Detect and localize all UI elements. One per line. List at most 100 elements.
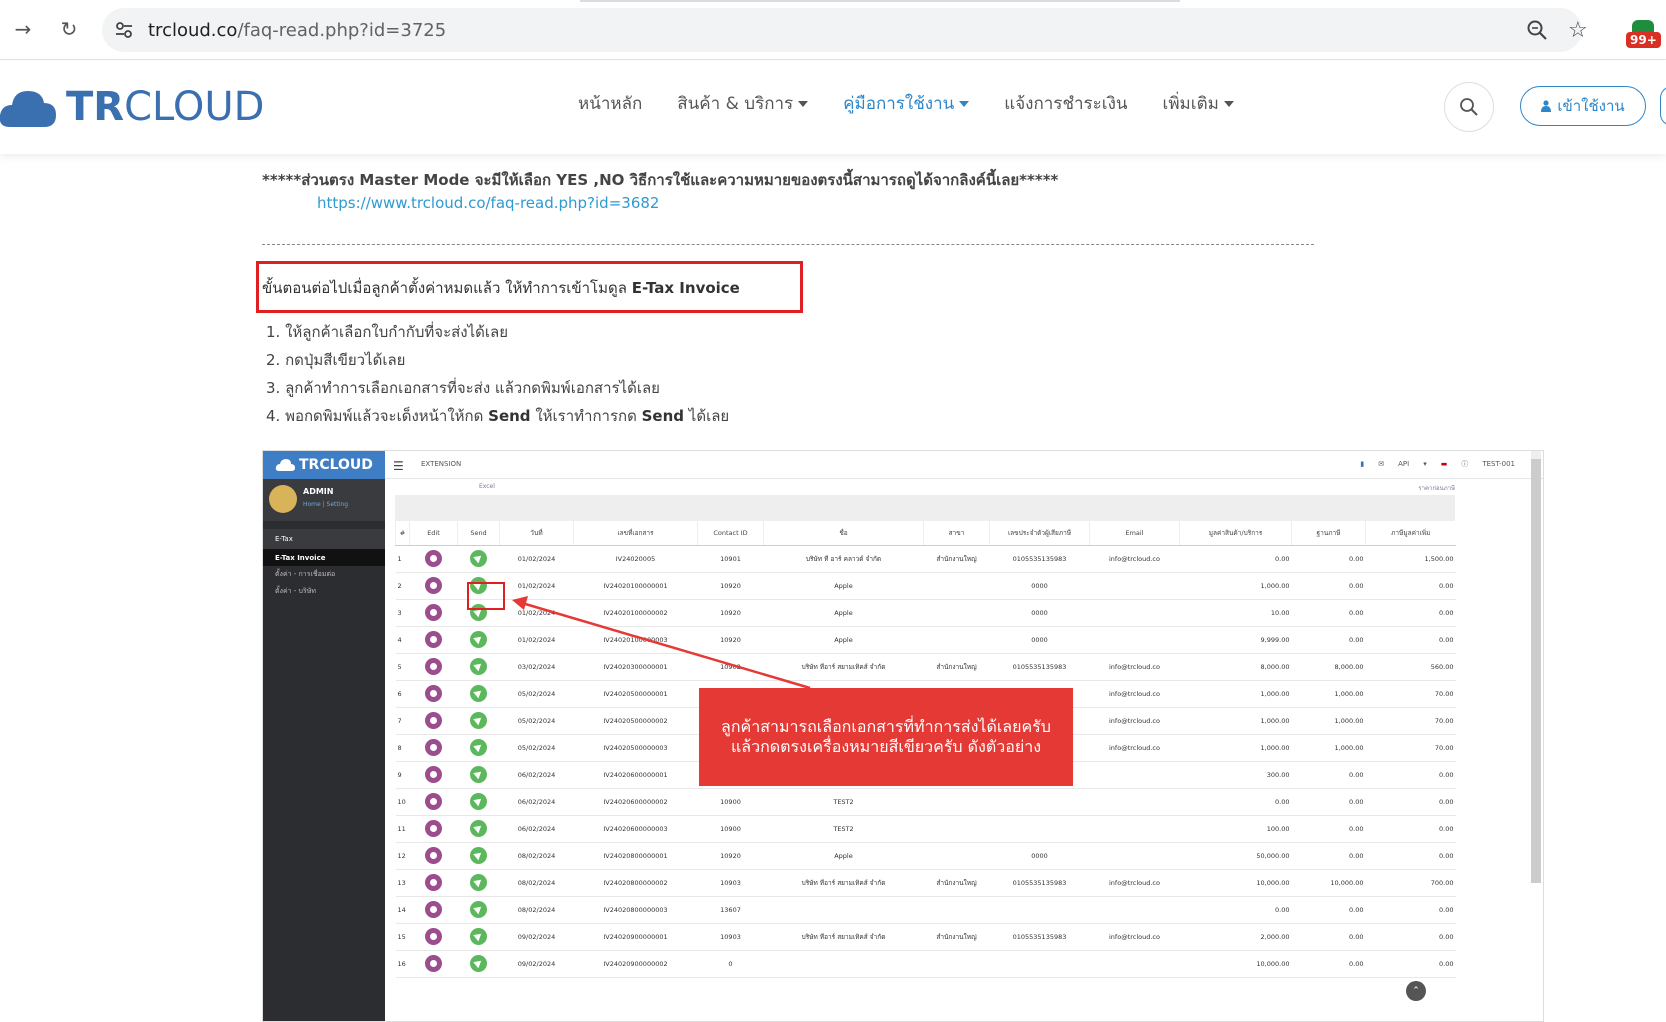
contact-id-cell: 10920	[697, 842, 764, 870]
reload-icon[interactable]: ↻	[56, 16, 82, 42]
bookmark-star-icon[interactable]: ☆	[1568, 18, 1588, 43]
nav-manual[interactable]: คู่มือการใช้งาน	[843, 90, 970, 117]
vat-cell: 70.00	[1365, 680, 1456, 708]
tax-id-cell	[989, 788, 1090, 816]
edit-cell	[409, 653, 458, 681]
date-cell: 05/02/2024	[499, 680, 574, 708]
date-cell: 08/02/2024	[499, 869, 574, 897]
date-cell: 06/02/2024	[499, 788, 574, 816]
table-row: 12 08/02/2024 IV24020800000001 10920 Apple 00…	[395, 842, 1456, 870]
edit-icon[interactable]	[425, 604, 442, 621]
edit-icon[interactable]	[425, 685, 442, 702]
forward-icon[interactable]: →	[10, 16, 36, 42]
branch-cell	[923, 896, 990, 924]
edit-icon[interactable]	[425, 658, 442, 675]
vat-cell: 0.00	[1365, 815, 1456, 843]
email-cell: info@trcloud.co	[1089, 680, 1180, 708]
nav-more[interactable]: เพิ่มเติม	[1163, 90, 1234, 117]
trcloud-logo[interactable]: TRCLOUD	[0, 82, 264, 132]
send-icon[interactable]	[470, 874, 487, 891]
name-cell: Apple	[763, 572, 924, 600]
step-4-send-1: Send	[488, 407, 531, 425]
embed-price-mode: ราคาก่อนภาษี	[1418, 485, 1455, 492]
callout-line-1: ลูกค้าสามารถเลือกเอกสารที่ทำการส่งได้เลย…	[721, 717, 1051, 736]
date-cell: 05/02/2024	[499, 707, 574, 735]
extension-icon[interactable]: 99+	[1626, 20, 1661, 48]
embed-col-header: มูลค่าสินค้า/บริการ	[1179, 521, 1292, 546]
edit-icon[interactable]	[425, 847, 442, 864]
site-search-button[interactable]	[1444, 82, 1494, 132]
edit-cell	[409, 761, 458, 789]
login-button[interactable]: เข้าใช้งาน	[1520, 86, 1646, 126]
edit-icon[interactable]	[425, 901, 442, 918]
edit-cell	[409, 896, 458, 924]
edit-cell	[409, 734, 458, 762]
embed-table-header: # Edit Send วันที่ เลขที่เอกสาร Contact ID ชื่…	[395, 521, 1456, 546]
step-4-text-e: ได้เลย	[684, 407, 730, 425]
edit-icon[interactable]	[425, 739, 442, 756]
send-icon[interactable]	[470, 928, 487, 945]
edit-icon[interactable]	[425, 820, 442, 837]
edit-icon[interactable]	[425, 577, 442, 594]
send-icon[interactable]	[470, 712, 487, 729]
send-icon[interactable]	[470, 955, 487, 972]
branch-cell: สำนักงานใหญ่	[923, 653, 990, 681]
site-settings-icon[interactable]	[114, 20, 134, 40]
send-cell	[457, 896, 500, 924]
edit-icon[interactable]	[425, 955, 442, 972]
edit-icon[interactable]	[425, 793, 442, 810]
doc-number-cell: IV24020100000001	[573, 572, 698, 600]
edit-icon[interactable]	[425, 766, 442, 783]
amount-cell: 50,000.00	[1179, 842, 1292, 870]
cloud-logo-icon	[0, 91, 56, 127]
send-icon[interactable]	[470, 901, 487, 918]
row-number: 15	[395, 923, 410, 951]
faq-link[interactable]: https://www.trcloud.co/faq-read.php?id=3…	[317, 194, 659, 212]
edit-icon[interactable]	[425, 874, 442, 891]
nav-home[interactable]: หน้าหลัก	[578, 90, 642, 117]
email-cell: info@trcloud.co	[1089, 869, 1180, 897]
table-row: 11 06/02/2024 IV24020600000003 10900 TEST2 10…	[395, 815, 1456, 843]
step-1: 1. ให้ลูกค้าเลือกใบกำกับที่จะส่งได้เลย	[266, 323, 508, 341]
nav-payment[interactable]: แจ้งการชำระเงิน	[1004, 90, 1127, 117]
table-row: 15 09/02/2024 IV24020900000001 10903 บริษัท …	[395, 923, 1456, 951]
step-2: 2. กดปุ่มสีเขียวได้เลย	[266, 351, 406, 369]
edit-icon[interactable]	[425, 550, 442, 567]
vat-cell: 0.00	[1365, 572, 1456, 600]
send-icon[interactable]	[470, 658, 487, 675]
nav-products-label: สินค้า & บริการ	[677, 94, 794, 114]
send-icon[interactable]	[470, 631, 487, 648]
send-icon[interactable]	[470, 793, 487, 810]
nav-products[interactable]: สินค้า & บริการ	[677, 90, 809, 117]
send-icon[interactable]	[470, 550, 487, 567]
embed-filter-bar	[395, 495, 1455, 521]
send-icon[interactable]	[470, 820, 487, 837]
edit-icon[interactable]	[425, 928, 442, 945]
table-row: 1 01/02/2024 IV24020005 10901 บริษัท ที อาร์…	[395, 545, 1456, 573]
send-icon[interactable]	[470, 739, 487, 756]
tax-base-cell: 0.00	[1291, 923, 1366, 951]
amount-cell: 1,000.00	[1179, 734, 1292, 762]
partial-button[interactable]	[1660, 86, 1666, 126]
edit-icon[interactable]	[425, 712, 442, 729]
amount-cell: 0.00	[1179, 896, 1292, 924]
doc-number-cell: IV24020500000002	[573, 707, 698, 735]
doc-number-cell: IV24020900000001	[573, 923, 698, 951]
date-cell: 06/02/2024	[499, 815, 574, 843]
amount-cell: 100.00	[1179, 815, 1292, 843]
edit-icon[interactable]	[425, 631, 442, 648]
tax-base-cell: 0.00	[1291, 626, 1366, 654]
doc-number-cell: IV24020800000002	[573, 869, 698, 897]
send-icon[interactable]	[470, 766, 487, 783]
amount-cell: 2,000.00	[1179, 923, 1292, 951]
vat-cell: 0.00	[1365, 923, 1456, 951]
send-icon[interactable]	[470, 847, 487, 864]
embed-extension-label: EXTENSION	[421, 460, 462, 468]
contact-id-cell: 10920	[697, 572, 764, 600]
branch-cell	[923, 626, 990, 654]
user-icon	[1541, 100, 1552, 112]
zoom-icon[interactable]	[1526, 19, 1548, 41]
send-icon[interactable]	[470, 685, 487, 702]
embed-api-label: API	[1398, 460, 1410, 468]
address-bar[interactable]: trcloud.co/faq-read.php?id=3725	[102, 8, 1582, 52]
